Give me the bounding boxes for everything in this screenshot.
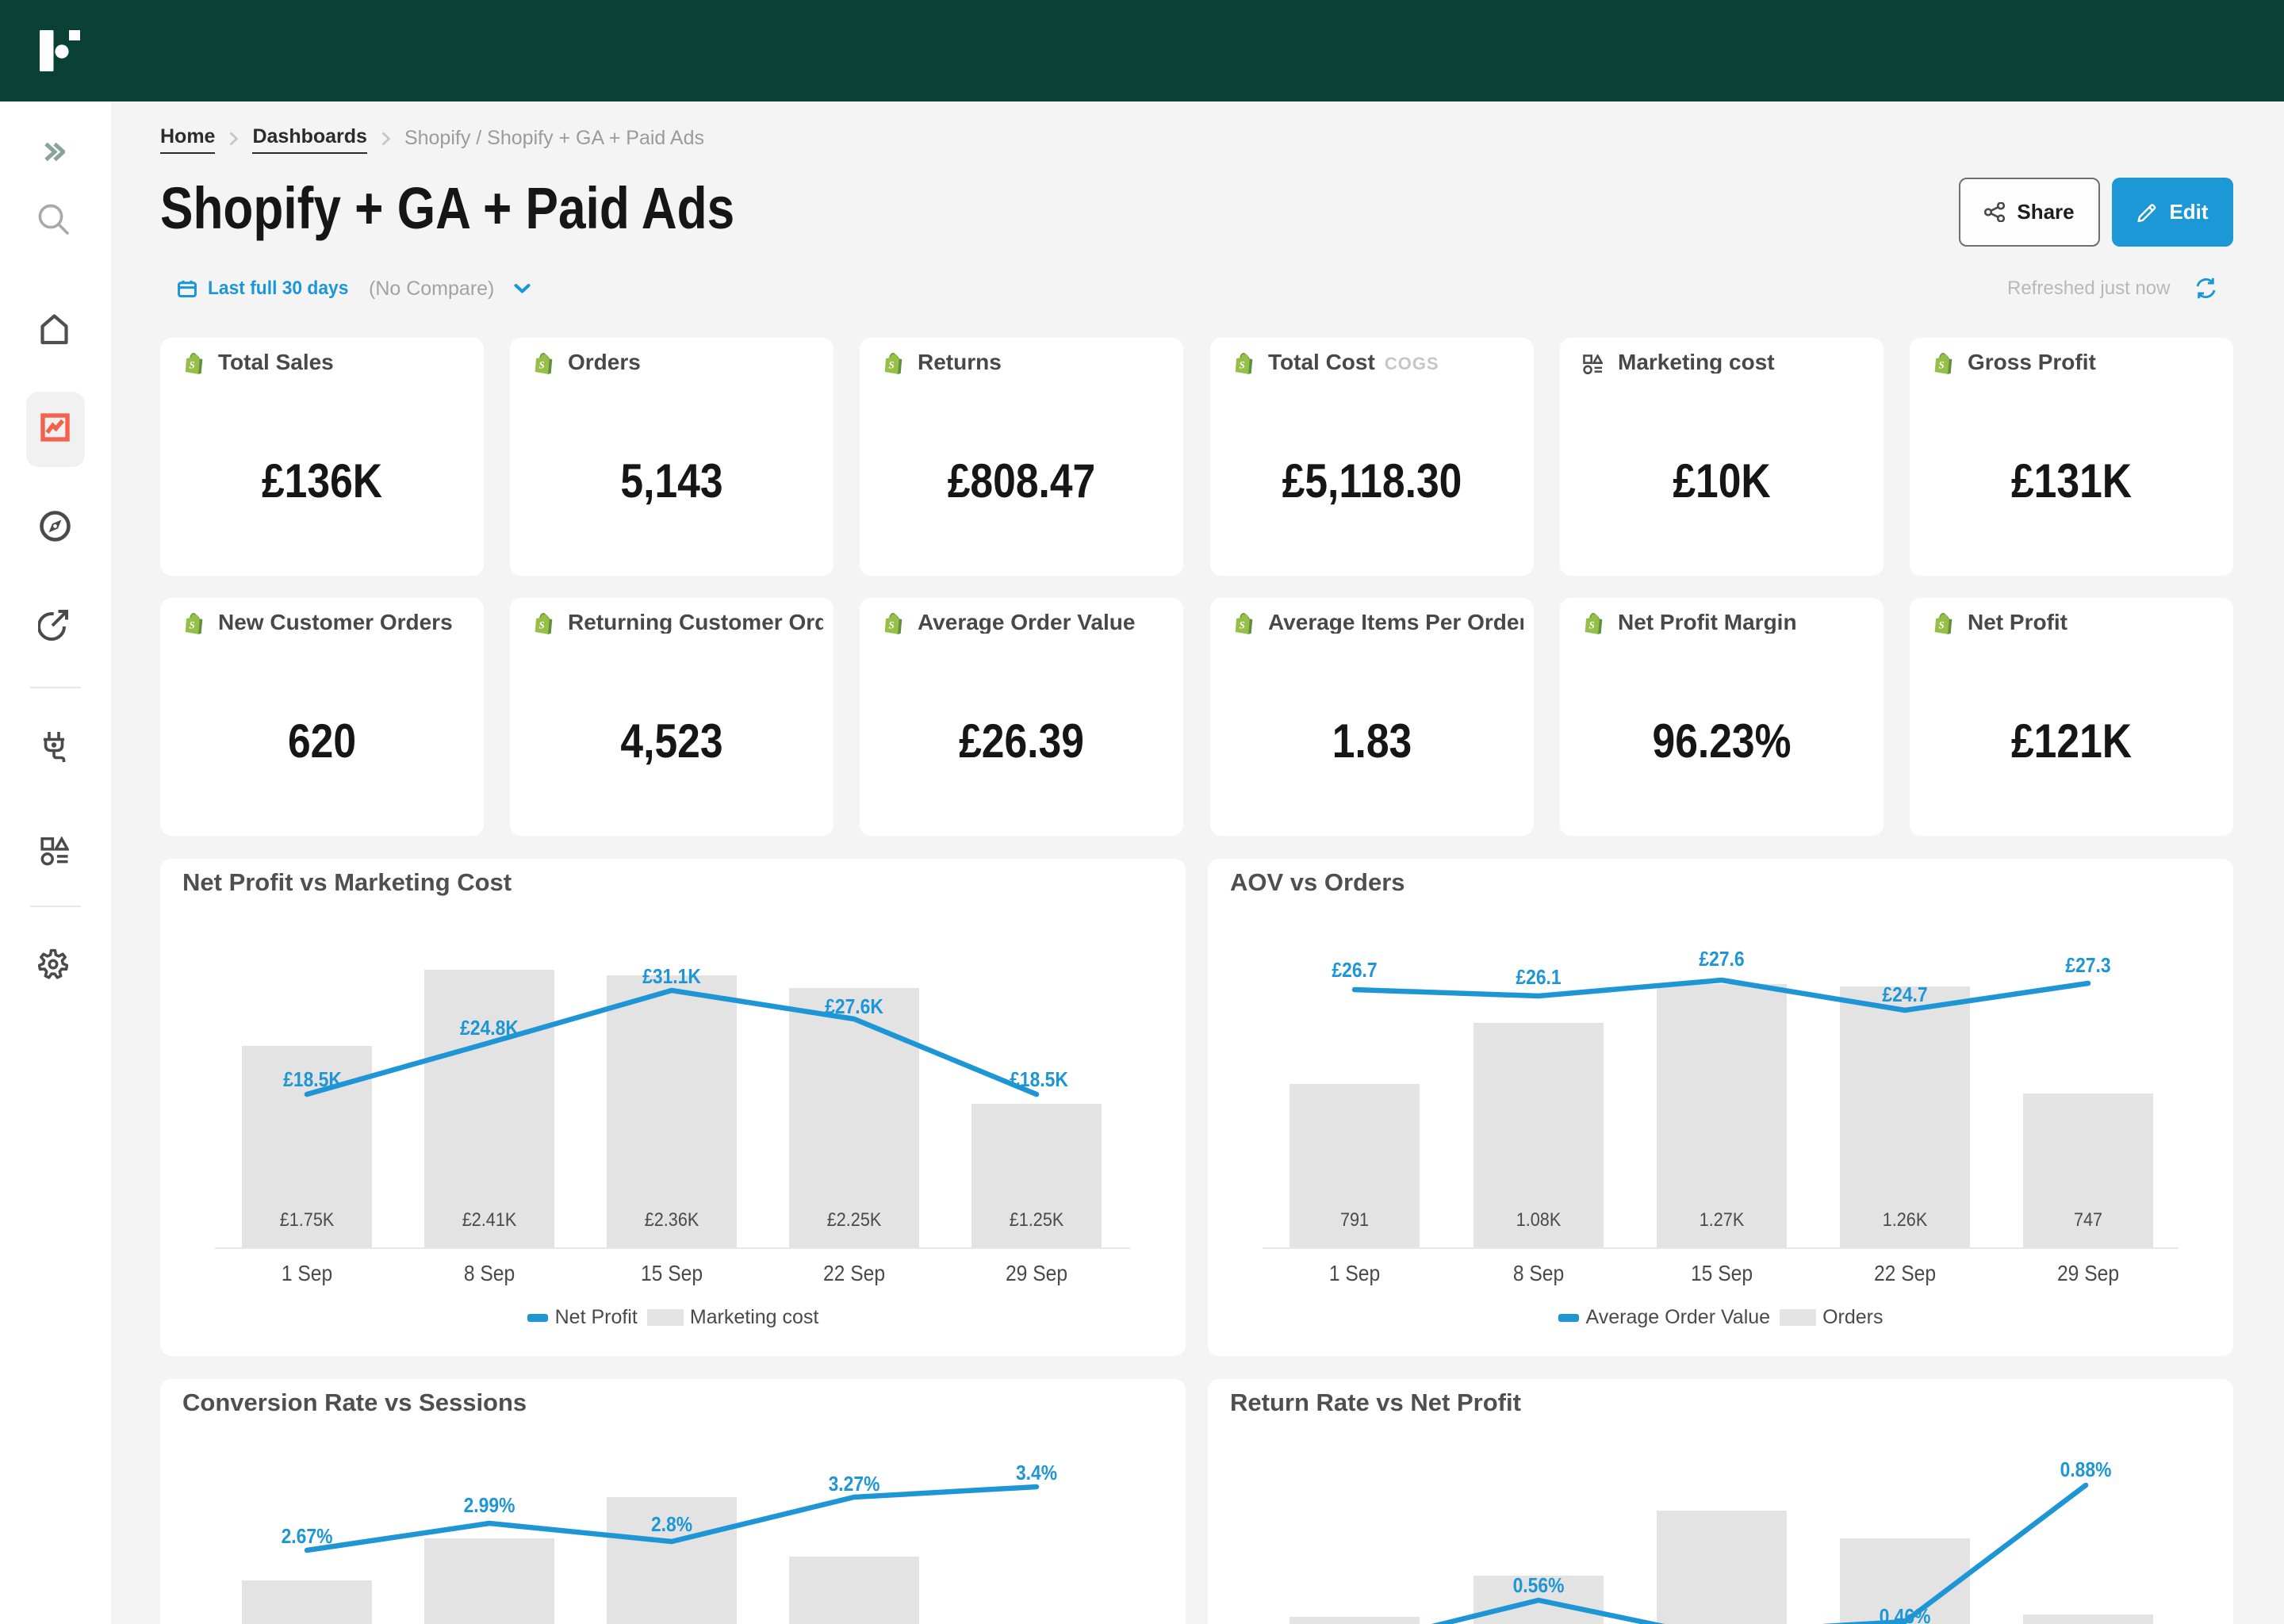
svg-text:1 Sep: 1 Sep: [282, 1261, 332, 1286]
svg-text:£18.5K: £18.5K: [1010, 1069, 1068, 1092]
svg-text:S: S: [189, 358, 194, 370]
svg-text:£27.6: £27.6: [1699, 948, 1744, 971]
svg-text:£31.1K: £31.1K: [642, 966, 701, 989]
svg-text:29 Sep: 29 Sep: [1006, 1261, 1067, 1286]
svg-text:S: S: [888, 358, 894, 370]
svg-text:S: S: [1588, 619, 1594, 630]
svg-text:8 Sep: 8 Sep: [1513, 1261, 1564, 1286]
svg-text:1.26K: 1.26K: [1883, 1208, 1927, 1230]
svg-text:£26.1: £26.1: [1516, 967, 1561, 990]
svg-text:22 Sep: 22 Sep: [823, 1261, 885, 1286]
svg-text:£1.75K: £1.75K: [280, 1208, 334, 1230]
svg-text:3.4%: 3.4%: [1016, 1462, 1057, 1485]
svg-text:3.27%: 3.27%: [829, 1473, 880, 1496]
svg-text:S: S: [189, 619, 194, 630]
svg-text:£24.7: £24.7: [1882, 984, 1927, 1007]
svg-text:S: S: [1239, 619, 1244, 630]
svg-text:£2.41K: £2.41K: [462, 1208, 516, 1230]
svg-text:S: S: [888, 619, 894, 630]
svg-text:S: S: [538, 619, 544, 630]
svg-text:£18.5K: £18.5K: [283, 1069, 342, 1092]
svg-text:S: S: [1239, 358, 1244, 370]
svg-text:0.46%: 0.46%: [1880, 1606, 1931, 1624]
svg-text:£1.25K: £1.25K: [1010, 1208, 1063, 1230]
svg-text:£2.36K: £2.36K: [645, 1208, 699, 1230]
svg-text:S: S: [1938, 619, 1944, 630]
svg-text:0.56%: 0.56%: [1513, 1575, 1565, 1598]
svg-text:£27.3: £27.3: [2065, 955, 2110, 978]
svg-text:29 Sep: 29 Sep: [2057, 1261, 2119, 1286]
svg-text:£27.6K: £27.6K: [825, 996, 883, 1019]
svg-text:22 Sep: 22 Sep: [1874, 1261, 1936, 1286]
svg-text:1.08K: 1.08K: [1516, 1208, 1561, 1230]
svg-text:791: 791: [1340, 1208, 1369, 1230]
svg-text:0.88%: 0.88%: [2060, 1459, 2112, 1482]
svg-text:£26.7: £26.7: [1332, 959, 1377, 982]
svg-text:£2.25K: £2.25K: [827, 1208, 881, 1230]
svg-text:2.8%: 2.8%: [651, 1514, 692, 1537]
svg-text:S: S: [538, 358, 544, 370]
svg-text:15 Sep: 15 Sep: [1691, 1261, 1753, 1286]
svg-text:£24.8K: £24.8K: [460, 1017, 519, 1040]
svg-text:S: S: [1938, 358, 1944, 370]
svg-text:1 Sep: 1 Sep: [1329, 1261, 1380, 1286]
svg-text:15 Sep: 15 Sep: [641, 1261, 703, 1286]
svg-text:2.67%: 2.67%: [282, 1526, 333, 1549]
svg-text:8 Sep: 8 Sep: [464, 1261, 515, 1286]
svg-text:747: 747: [2074, 1208, 2102, 1230]
svg-text:1.27K: 1.27K: [1700, 1208, 1744, 1230]
svg-text:2.99%: 2.99%: [464, 1495, 515, 1518]
